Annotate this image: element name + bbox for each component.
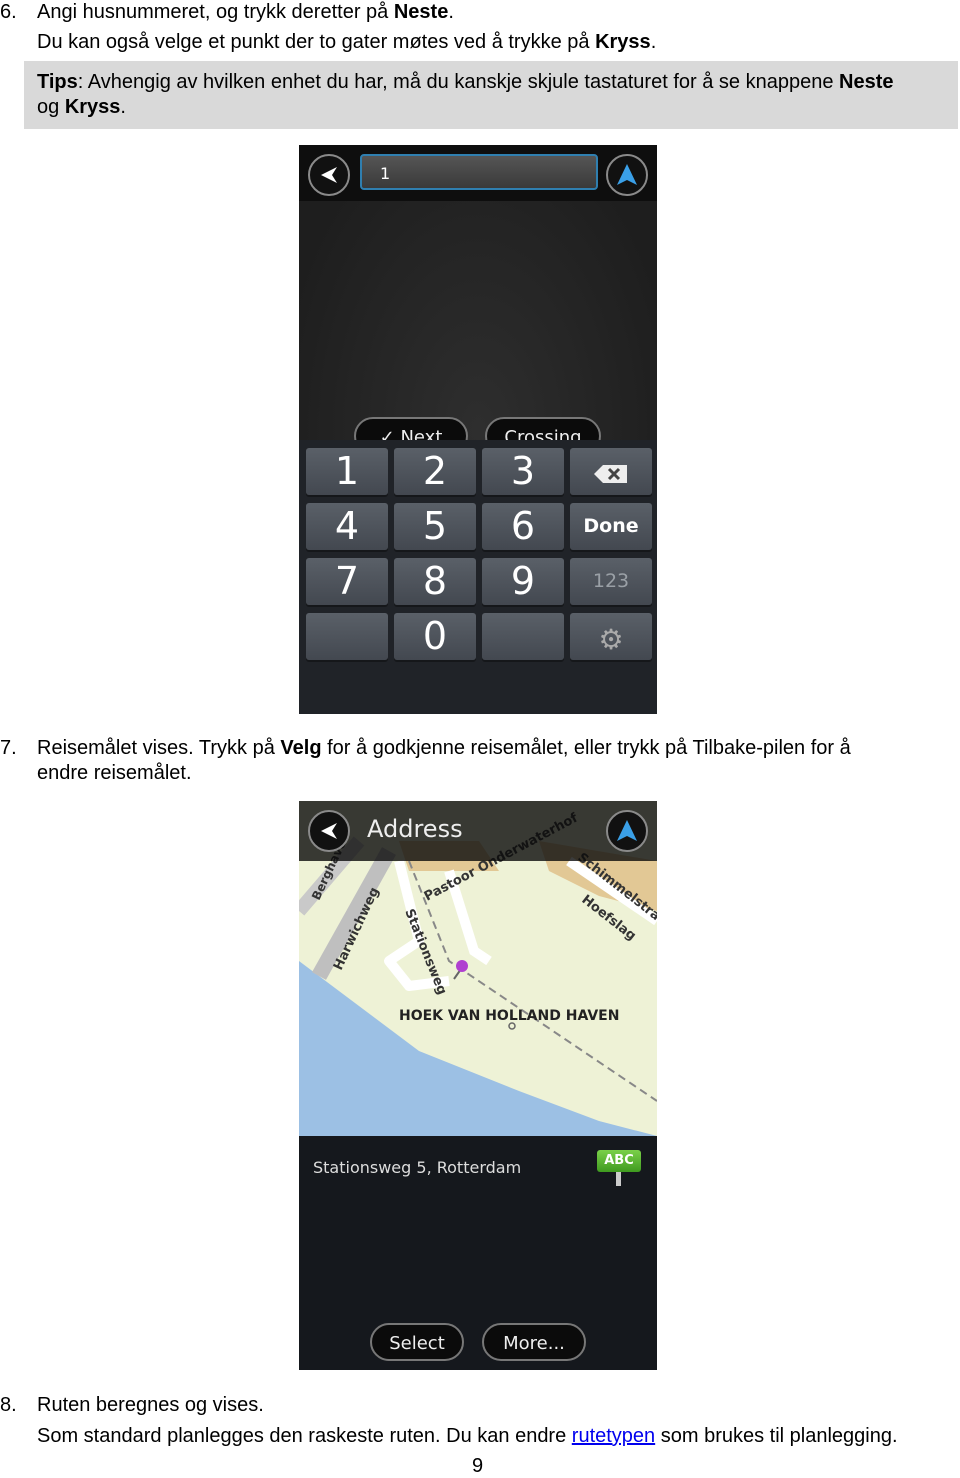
key-done[interactable]: Done — [570, 503, 652, 550]
address-text: Stationsweg 5, Rotterdam — [313, 1158, 522, 1177]
tips-box: Tips: Avhengig av hvilken enhet du har, … — [24, 61, 958, 129]
address-preview-screen: Berghaven Harwichweg Stationsweg Pastoor… — [299, 801, 657, 1370]
numeric-keypad: 1 2 3 4 5 6 Done 7 8 9 123 0 ⚙ — [299, 440, 657, 714]
key-9[interactable]: 9 — [482, 558, 564, 605]
settings-key[interactable]: ⚙ — [570, 613, 652, 660]
top-bar: 1 — [299, 145, 657, 201]
tips-line2: og Kryss. — [37, 96, 126, 118]
screen-title: Address — [367, 815, 463, 843]
tips-line1: Tips: Avhengig av hvilken enhet du har, … — [37, 71, 894, 93]
back-arrow-icon — [321, 167, 337, 183]
step6-line2: Du kan også velge et punkt der to gater … — [37, 31, 657, 53]
route-type-link[interactable]: rutetypen — [572, 1425, 655, 1447]
step6-line1: Angi husnummeret, og trykk deretter på N… — [37, 1, 454, 23]
step7-line1: Reisemålet vises. Trykk på Velg for å go… — [37, 737, 851, 759]
key-3[interactable]: 3 — [482, 448, 564, 495]
house-number-input[interactable]: 1 — [360, 154, 598, 190]
step7-line2: endre reisemålet. — [37, 762, 192, 784]
step-number: 8. — [0, 1394, 17, 1416]
gear-icon: ⚙ — [598, 623, 624, 656]
step-number: 7. — [0, 737, 17, 759]
backspace-key[interactable] — [570, 448, 652, 495]
key-123[interactable]: 123 — [570, 558, 652, 605]
map-label: HOEK VAN HOLLAND HAVEN — [399, 1008, 619, 1024]
step-number: 6. — [0, 1, 17, 23]
step8-line2: Som standard planlegges den raskeste rut… — [37, 1425, 898, 1447]
more-button[interactable]: More... — [482, 1323, 586, 1361]
backspace-icon — [594, 465, 627, 483]
step8-line1: Ruten beregnes og vises. — [37, 1394, 264, 1416]
navigation-button[interactable] — [606, 154, 648, 196]
navigation-arrow-icon — [617, 820, 637, 841]
select-button[interactable]: Select — [370, 1323, 464, 1361]
sign-label: ABC — [597, 1150, 641, 1172]
page-number: 9 — [472, 1455, 484, 1477]
top-bar: Address — [299, 801, 657, 861]
navigation-arrow-icon — [617, 164, 637, 185]
key-0[interactable]: 0 — [394, 613, 476, 660]
street-sign-icon: ABC — [597, 1148, 641, 1188]
key-7[interactable]: 7 — [306, 558, 388, 605]
key-8[interactable]: 8 — [394, 558, 476, 605]
back-button[interactable] — [308, 810, 350, 852]
navigation-button[interactable] — [606, 810, 648, 852]
key-1[interactable]: 1 — [306, 448, 388, 495]
key-6[interactable]: 6 — [482, 503, 564, 550]
back-button[interactable] — [308, 154, 350, 196]
house-number-screen: 1 ✓ Next Crossing 1 2 3 4 5 6 Done 7 8 9 123 0 ⚙ — [299, 145, 657, 714]
key-4[interactable]: 4 — [306, 503, 388, 550]
blank-key[interactable] — [482, 613, 564, 660]
back-arrow-icon — [321, 823, 337, 839]
blank-key[interactable] — [306, 613, 388, 660]
key-2[interactable]: 2 — [394, 448, 476, 495]
key-5[interactable]: 5 — [394, 503, 476, 550]
